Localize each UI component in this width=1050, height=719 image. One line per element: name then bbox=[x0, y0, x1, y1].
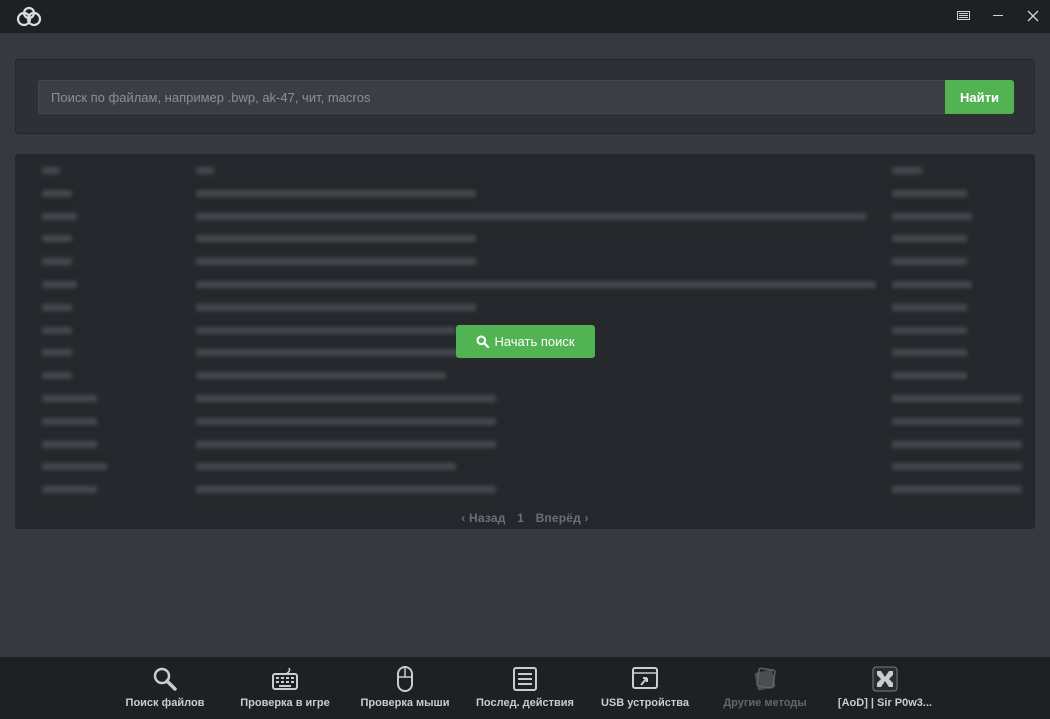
search-panel: Найти bbox=[15, 59, 1035, 134]
nav-item-recent-actions[interactable]: Послед. действия bbox=[470, 657, 580, 719]
pagination: ‹ Назад 1 Вперёд › bbox=[16, 511, 1034, 525]
search-icon bbox=[476, 335, 490, 348]
app-logo-icon bbox=[16, 6, 42, 27]
nav-item-mouse-check[interactable]: Проверка мыши bbox=[355, 657, 455, 719]
start-search-label: Начать поиск bbox=[494, 334, 575, 349]
search-icon bbox=[153, 667, 177, 691]
nav-item-other-methods[interactable]: Другие методы bbox=[712, 657, 818, 719]
window-flag-icon[interactable] bbox=[957, 11, 970, 20]
usb-window-icon bbox=[632, 667, 658, 689]
results-panel: Начать поиск ‹ Назад 1 Вперёд › bbox=[15, 154, 1035, 529]
nav-item-usb-devices[interactable]: USB устройства bbox=[593, 657, 697, 719]
close-icon[interactable] bbox=[1026, 9, 1040, 23]
bottom-nav: Поиск файлов Проверка в игре Проверка мы… bbox=[0, 657, 1050, 719]
minimize-icon[interactable] bbox=[993, 15, 1003, 16]
nav-label: Послед. действия bbox=[476, 697, 574, 709]
title-bar bbox=[0, 0, 1050, 33]
start-search-button[interactable]: Начать поиск bbox=[456, 325, 595, 358]
nav-label: [AoD] | Sir P0w3... bbox=[837, 697, 933, 709]
nav-label: Другие методы bbox=[723, 697, 807, 709]
list-icon bbox=[513, 667, 537, 691]
nav-label: Поиск файлов bbox=[125, 697, 205, 709]
mouse-icon bbox=[397, 666, 413, 692]
nav-label: Проверка мыши bbox=[360, 697, 450, 709]
keyboard-icon bbox=[272, 667, 298, 690]
nav-item-user-profile[interactable]: [AoD] | Sir P0w3... bbox=[828, 657, 942, 719]
find-button[interactable]: Найти bbox=[945, 80, 1014, 114]
next-page-link[interactable]: Вперёд › bbox=[536, 511, 589, 525]
page-number[interactable]: 1 bbox=[517, 511, 524, 525]
nav-label: USB устройства bbox=[600, 697, 690, 709]
nav-label: Проверка в игре bbox=[240, 697, 330, 709]
nav-item-file-search[interactable]: Поиск файлов bbox=[115, 657, 215, 719]
user-avatar-icon bbox=[872, 666, 898, 692]
prev-page-link[interactable]: ‹ Назад bbox=[461, 511, 505, 525]
search-input[interactable] bbox=[38, 80, 946, 114]
nav-item-game-check[interactable]: Проверка в игре bbox=[230, 657, 340, 719]
tools-icon bbox=[754, 667, 776, 691]
